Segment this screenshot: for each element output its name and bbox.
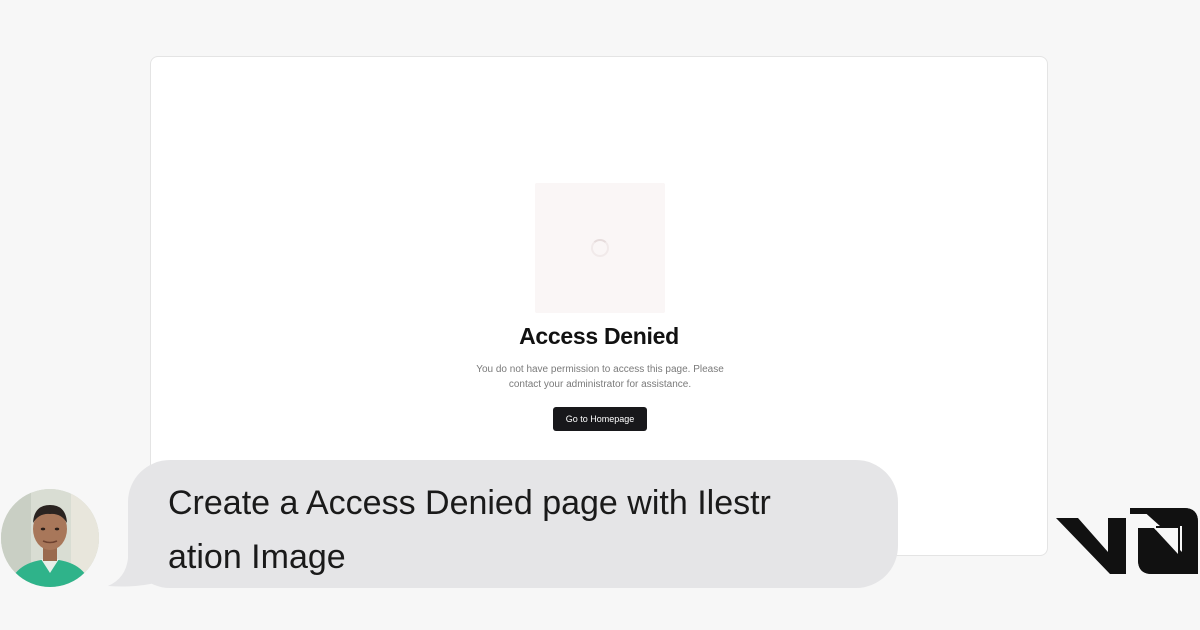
user-avatar [1, 489, 99, 587]
permission-message: You do not have permission to access thi… [450, 362, 750, 392]
go-to-homepage-button[interactable]: Go to Homepage [553, 407, 647, 431]
chat-message-text: Create a Access Denied page with Ilestr a… [168, 476, 848, 584]
permission-message-line-2: contact your administrator for assistanc… [508, 379, 692, 390]
user-avatar-image [1, 489, 99, 587]
chat-message-line-2: ation Image [168, 538, 346, 576]
page-heading: Access Denied [519, 323, 679, 349]
chat-message-line-1: Create a Access Denied page with Ilestr [168, 484, 771, 522]
v0-logo-icon [1056, 508, 1198, 574]
loading-spinner-icon [591, 239, 609, 257]
permission-message-line-1: You do not have permission to access thi… [476, 364, 724, 375]
illustration-image [535, 183, 665, 313]
chat-message-bubble: Create a Access Denied page with Ilestr a… [128, 460, 898, 588]
